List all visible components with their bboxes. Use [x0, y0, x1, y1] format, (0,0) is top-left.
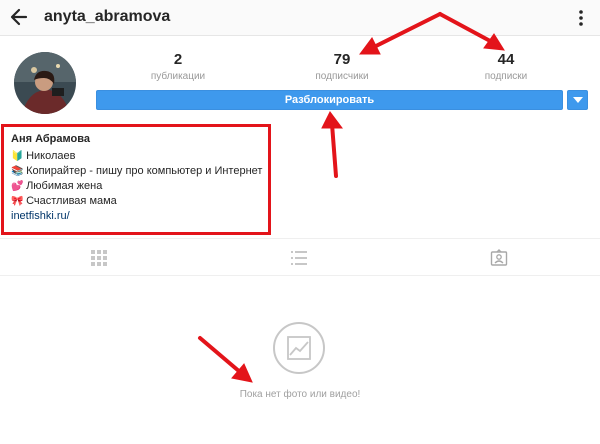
- top-bar: anyta_abramova: [0, 0, 600, 36]
- followers-label: подписчики: [315, 71, 369, 82]
- arrow-left-icon[interactable]: [8, 6, 30, 28]
- annotation-arrowhead: [483, 33, 505, 51]
- posts-label: публикации: [150, 71, 206, 82]
- list-icon[interactable]: [290, 249, 308, 267]
- profile-username: anyta_abramova: [44, 8, 171, 25]
- annotation-arrow: [198, 336, 242, 374]
- photo-icon: [287, 336, 311, 360]
- empty-state-text: Пока нет фото или видео!: [239, 389, 361, 400]
- suggestions-dropdown-button[interactable]: [567, 90, 588, 110]
- caret-down-icon: [573, 97, 583, 103]
- profile-view-tabs: [0, 238, 600, 276]
- following-label: подписки: [484, 71, 528, 82]
- annotation-arrowhead: [231, 363, 253, 383]
- posts-count: 2: [173, 51, 183, 68]
- following-count: 44: [497, 51, 515, 68]
- stat-followers[interactable]: 79 подписчики: [282, 52, 402, 83]
- profile-photo: [14, 52, 76, 114]
- unblock-button[interactable]: Разблокировать: [96, 90, 563, 110]
- grid-icon[interactable]: [90, 249, 108, 267]
- avatar[interactable]: [14, 52, 76, 114]
- followers-count: 79: [333, 51, 351, 68]
- annotation-arrow: [330, 122, 338, 178]
- annotation-arrowhead: [321, 111, 343, 129]
- stat-posts[interactable]: 2 публикации: [118, 52, 238, 83]
- tagged-photos-icon[interactable]: [490, 249, 508, 267]
- empty-state-icon-circle: [273, 322, 325, 374]
- stat-following[interactable]: 44 подписки: [446, 52, 566, 83]
- vertical-dots-icon[interactable]: [574, 7, 588, 29]
- annotation-highlight-box: [1, 124, 271, 235]
